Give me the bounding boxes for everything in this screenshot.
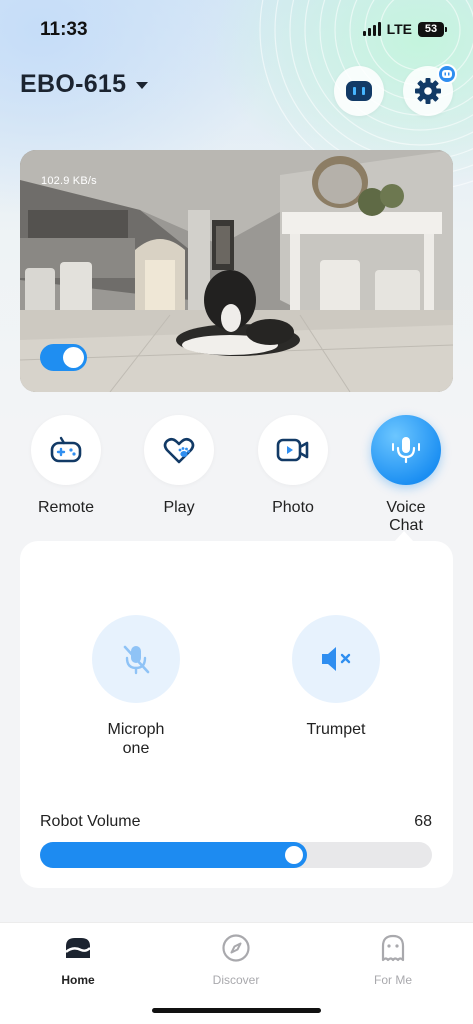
voice-chat-button[interactable]: Voice Chat: [370, 415, 442, 535]
device-selector[interactable]: EBO-615: [20, 70, 149, 99]
data-rate: 102.9 KB/s: [41, 175, 97, 187]
microphone-icon: [392, 437, 420, 464]
signal-icon: [362, 22, 381, 36]
play-circle[interactable]: [144, 415, 214, 485]
robot-face-button[interactable]: [334, 66, 384, 116]
microphone-label: Microph one: [107, 721, 165, 757]
device-name: EBO-615: [20, 70, 127, 98]
volume-slider[interactable]: [40, 842, 432, 868]
status-indicators: LTE 53: [362, 21, 447, 37]
tab-discover[interactable]: Discover: [186, 933, 286, 987]
home-icon: [65, 938, 91, 958]
photo-label: Photo: [272, 499, 314, 516]
microphone-toggle[interactable]: [92, 615, 180, 703]
trumpet-control[interactable]: Trumpet: [276, 615, 396, 739]
volume-label: Robot Volume: [40, 813, 141, 830]
live-toggle[interactable]: [40, 344, 87, 371]
volume-handle[interactable]: [285, 846, 303, 864]
dropdown-caret-icon: [136, 82, 149, 89]
ghost-profile-icon: [381, 934, 405, 962]
battery-level: 53: [418, 21, 444, 37]
tab-discover-label: Discover: [212, 973, 260, 987]
microphone-muted-icon: [123, 645, 150, 675]
voice-chat-label: Voice Chat: [386, 499, 426, 534]
remote-button[interactable]: Remote: [30, 415, 102, 517]
play-label: Play: [163, 499, 195, 516]
photo-circle[interactable]: [258, 415, 328, 485]
microphone-control[interactable]: Microph one: [76, 615, 196, 758]
battery-icon: 53: [418, 21, 447, 37]
play-button[interactable]: Play: [143, 415, 215, 517]
tab-for-me-label: For Me: [373, 973, 412, 987]
tab-home-label: Home: [61, 973, 95, 987]
robot-badge-icon: [442, 70, 452, 78]
trumpet-toggle[interactable]: [292, 615, 380, 703]
voice-chat-panel: Microph one Trumpet Robot Volume 68: [20, 541, 453, 888]
tab-for-me[interactable]: For Me: [343, 933, 443, 987]
photo-button[interactable]: Photo: [257, 415, 329, 517]
robot-face-icon: [346, 81, 372, 101]
notification-badge: [437, 64, 457, 84]
camera-feed[interactable]: 102.9 KB/s: [20, 150, 453, 392]
toggle-knob: [63, 347, 84, 368]
remote-label: Remote: [37, 499, 95, 516]
compass-icon: [222, 934, 250, 962]
network-type: LTE: [386, 21, 412, 37]
tab-home[interactable]: Home: [28, 933, 128, 987]
remote-circle[interactable]: [31, 415, 101, 485]
volume-fill: [40, 842, 307, 868]
volume-value: 68: [414, 813, 432, 830]
trumpet-label: Trumpet: [306, 721, 366, 738]
gamepad-icon: [50, 436, 82, 463]
speaker-muted-icon: [322, 647, 351, 671]
settings-button[interactable]: [403, 64, 457, 116]
status-time: 11:33: [40, 19, 88, 40]
heart-paw-icon: [163, 437, 195, 464]
video-camera-icon: [276, 438, 309, 462]
voice-chat-circle[interactable]: [371, 415, 441, 485]
home-indicator: [152, 1008, 321, 1013]
